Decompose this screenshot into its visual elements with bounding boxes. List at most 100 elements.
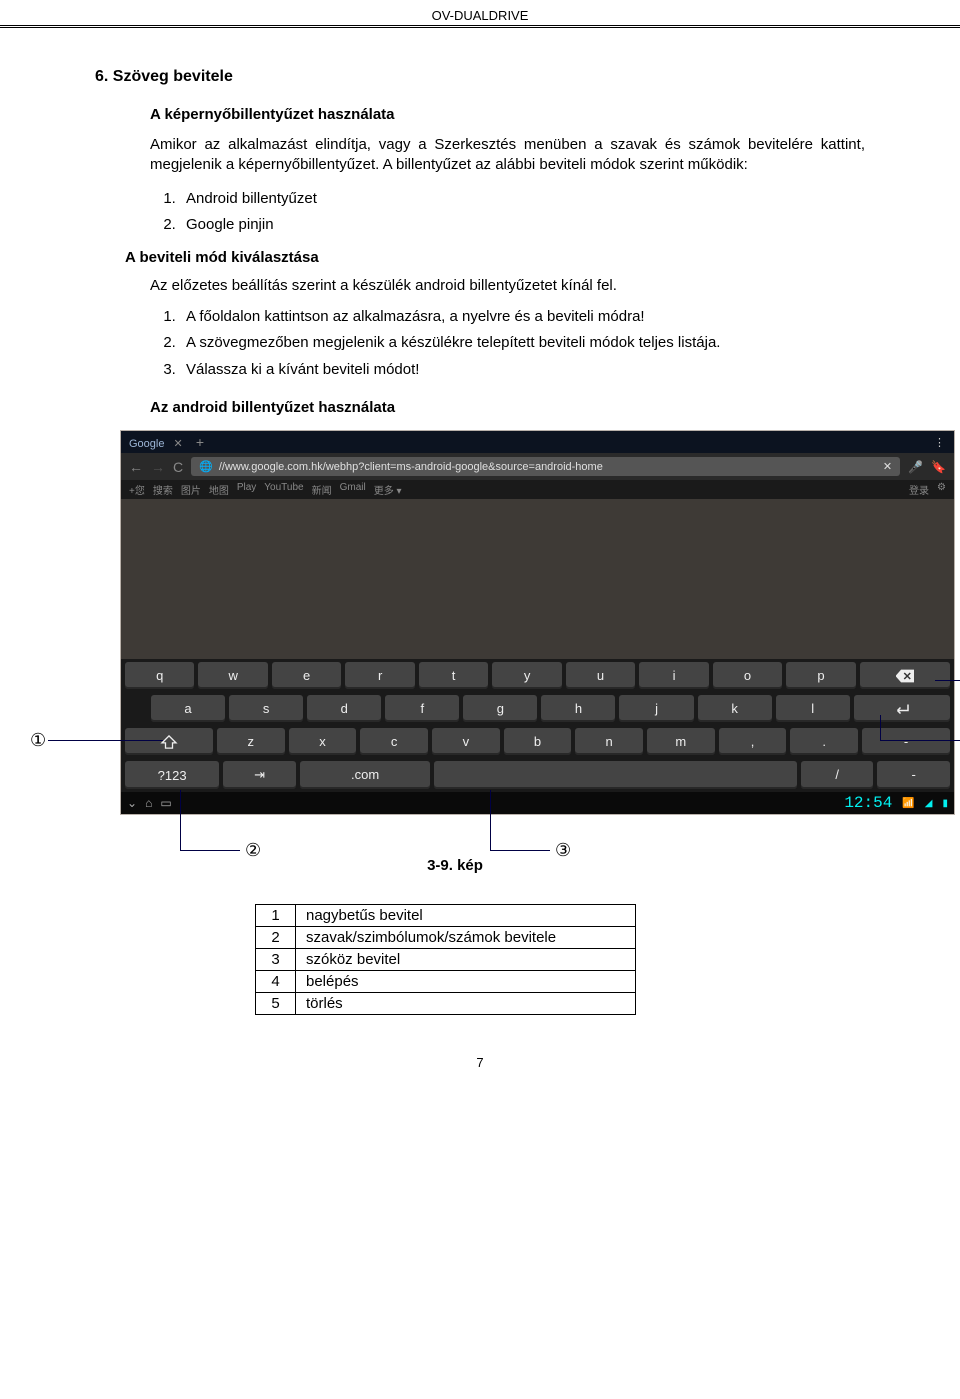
menu-right[interactable]: 登录 <box>909 482 929 497</box>
globe-icon: 🌐 <box>199 460 213 473</box>
key-comma[interactable]: , <box>719 728 787 755</box>
key-x[interactable]: x <box>289 728 357 755</box>
key-y[interactable]: y <box>492 662 561 689</box>
cell-num: 3 <box>256 949 296 971</box>
wifi-icon: 📶 <box>902 798 914 809</box>
key-g[interactable]: g <box>463 695 537 722</box>
google-menu-bar: +您 搜索 图片 地图 Play YouTube 新闻 Gmail 更多 ▾ 登… <box>121 480 954 499</box>
key-slash[interactable]: / <box>801 761 874 789</box>
signal-icon: ◢ <box>925 798 933 809</box>
key-j[interactable]: j <box>619 695 693 722</box>
key-t[interactable]: t <box>419 662 488 689</box>
header-rule-2 <box>0 27 960 28</box>
reload-icon[interactable]: С <box>173 459 183 475</box>
key-i[interactable]: i <box>639 662 708 689</box>
shift-icon <box>160 735 178 749</box>
key-tab[interactable]: ⇥ <box>223 761 296 789</box>
cell-num: 4 <box>256 971 296 993</box>
key-u[interactable]: u <box>566 662 635 689</box>
key-com[interactable]: .com <box>300 761 431 789</box>
key-o[interactable]: o <box>713 662 782 689</box>
close-tab-icon[interactable]: ✕ <box>174 438 183 450</box>
key-a[interactable]: a <box>151 695 225 722</box>
menu-item[interactable]: +您 <box>129 482 145 497</box>
callout-1: ① <box>30 730 46 751</box>
menu-item[interactable]: 搜索 <box>153 482 173 497</box>
key-q[interactable]: q <box>125 662 194 689</box>
url-text: //www.google.com.hk/webhp?client=ms-andr… <box>219 461 603 473</box>
key-e[interactable]: e <box>272 662 341 689</box>
forward-icon[interactable]: → <box>151 459 165 475</box>
url-field[interactable]: 🌐 //www.google.com.hk/webhp?client=ms-an… <box>191 457 900 476</box>
key-n[interactable]: n <box>575 728 643 755</box>
browser-content-area <box>121 499 954 659</box>
cell-text: szóköz bevitel <box>296 949 636 971</box>
back-icon[interactable]: ← <box>129 459 143 475</box>
key-s[interactable]: s <box>229 695 303 722</box>
figure-caption: 3-9. kép <box>0 857 960 874</box>
key-v[interactable]: v <box>432 728 500 755</box>
key-z[interactable]: z <box>217 728 285 755</box>
home-icon[interactable]: ⌂ <box>145 796 152 810</box>
ordered-list-1: Android billentyűzet Google pinjin <box>180 188 865 237</box>
key-p[interactable]: p <box>786 662 855 689</box>
menu-item[interactable]: 新闻 <box>312 482 332 497</box>
menu-item[interactable]: YouTube <box>264 482 303 497</box>
recents-icon[interactable]: ▭ <box>160 796 171 810</box>
list-item: A főoldalon kattintson az alkalmazásra, … <box>180 306 865 329</box>
cell-num: 5 <box>256 993 296 1015</box>
enter-icon <box>893 702 911 716</box>
gear-icon[interactable]: ⚙ <box>937 482 946 497</box>
table-row: 3 szóköz bevitel <box>256 949 636 971</box>
table-row: 1 nagybetűs bevitel <box>256 905 636 927</box>
on-screen-keyboard: q w e r t y u i o p a s d <box>121 659 954 792</box>
key-c[interactable]: c <box>360 728 428 755</box>
key-space[interactable] <box>434 761 797 789</box>
callout-line <box>490 850 550 851</box>
bookmark-icon[interactable]: 🔖 <box>931 460 946 474</box>
key-m[interactable]: m <box>647 728 715 755</box>
android-screenshot: Google ✕ + ⋮ ← → С 🌐 //www.google.com.hk… <box>120 430 955 815</box>
mic-icon[interactable]: 🎤 <box>908 460 923 474</box>
key-r[interactable]: r <box>345 662 414 689</box>
menu-item[interactable]: 图片 <box>181 482 201 497</box>
key-minus[interactable]: - <box>877 761 950 789</box>
menu-item[interactable]: Play <box>237 482 256 497</box>
key-w[interactable]: w <box>198 662 267 689</box>
address-bar: ← → С 🌐 //www.google.com.hk/webhp?client… <box>121 453 954 480</box>
browser-tab[interactable]: Google ✕ + <box>129 434 204 450</box>
keyboard-row-4: ?123 ⇥ .com / - <box>121 758 954 792</box>
callout-line <box>935 680 960 681</box>
cell-num: 2 <box>256 927 296 949</box>
chevron-down-icon[interactable]: ⌄ <box>127 796 137 810</box>
menu-item[interactable]: 地图 <box>209 482 229 497</box>
key-shift[interactable] <box>125 728 213 755</box>
key-k[interactable]: k <box>698 695 772 722</box>
page-header: OV-DUALDRIVE <box>0 0 960 28</box>
key-period[interactable]: . <box>790 728 858 755</box>
menu-item[interactable]: Gmail <box>340 482 366 497</box>
callout-line <box>490 790 491 850</box>
header-rule-1 <box>0 25 960 26</box>
status-bar: ⌄ ⌂ ▭ 12:54 📶 ◢ ▮ <box>121 792 954 814</box>
key-b[interactable]: b <box>504 728 572 755</box>
callout-line <box>880 715 881 740</box>
keyboard-row-2: a s d f g h j k l <box>121 692 954 725</box>
key-l[interactable]: l <box>776 695 850 722</box>
key-symbols[interactable]: ?123 <box>125 761 219 789</box>
nav-icons: ⌄ ⌂ ▭ <box>127 796 172 810</box>
menu-item[interactable]: 更多 ▾ <box>374 482 402 497</box>
clear-url-icon[interactable]: ✕ <box>883 460 892 473</box>
key-d[interactable]: d <box>307 695 381 722</box>
table-row: 4 belépés <box>256 971 636 993</box>
keyboard-row-3: z x c v b n m , . - <box>121 725 954 758</box>
key-backspace[interactable] <box>860 662 950 689</box>
key-enter[interactable] <box>854 695 950 722</box>
key-f[interactable]: f <box>385 695 459 722</box>
key-dash[interactable]: - <box>862 728 950 755</box>
key-h[interactable]: h <box>541 695 615 722</box>
new-tab-icon[interactable]: + <box>196 434 204 450</box>
kebab-icon[interactable]: ⋮ <box>934 436 946 449</box>
callout-line <box>880 740 920 741</box>
list-item: Válassza ki a kívánt beviteli módot! <box>180 359 865 382</box>
